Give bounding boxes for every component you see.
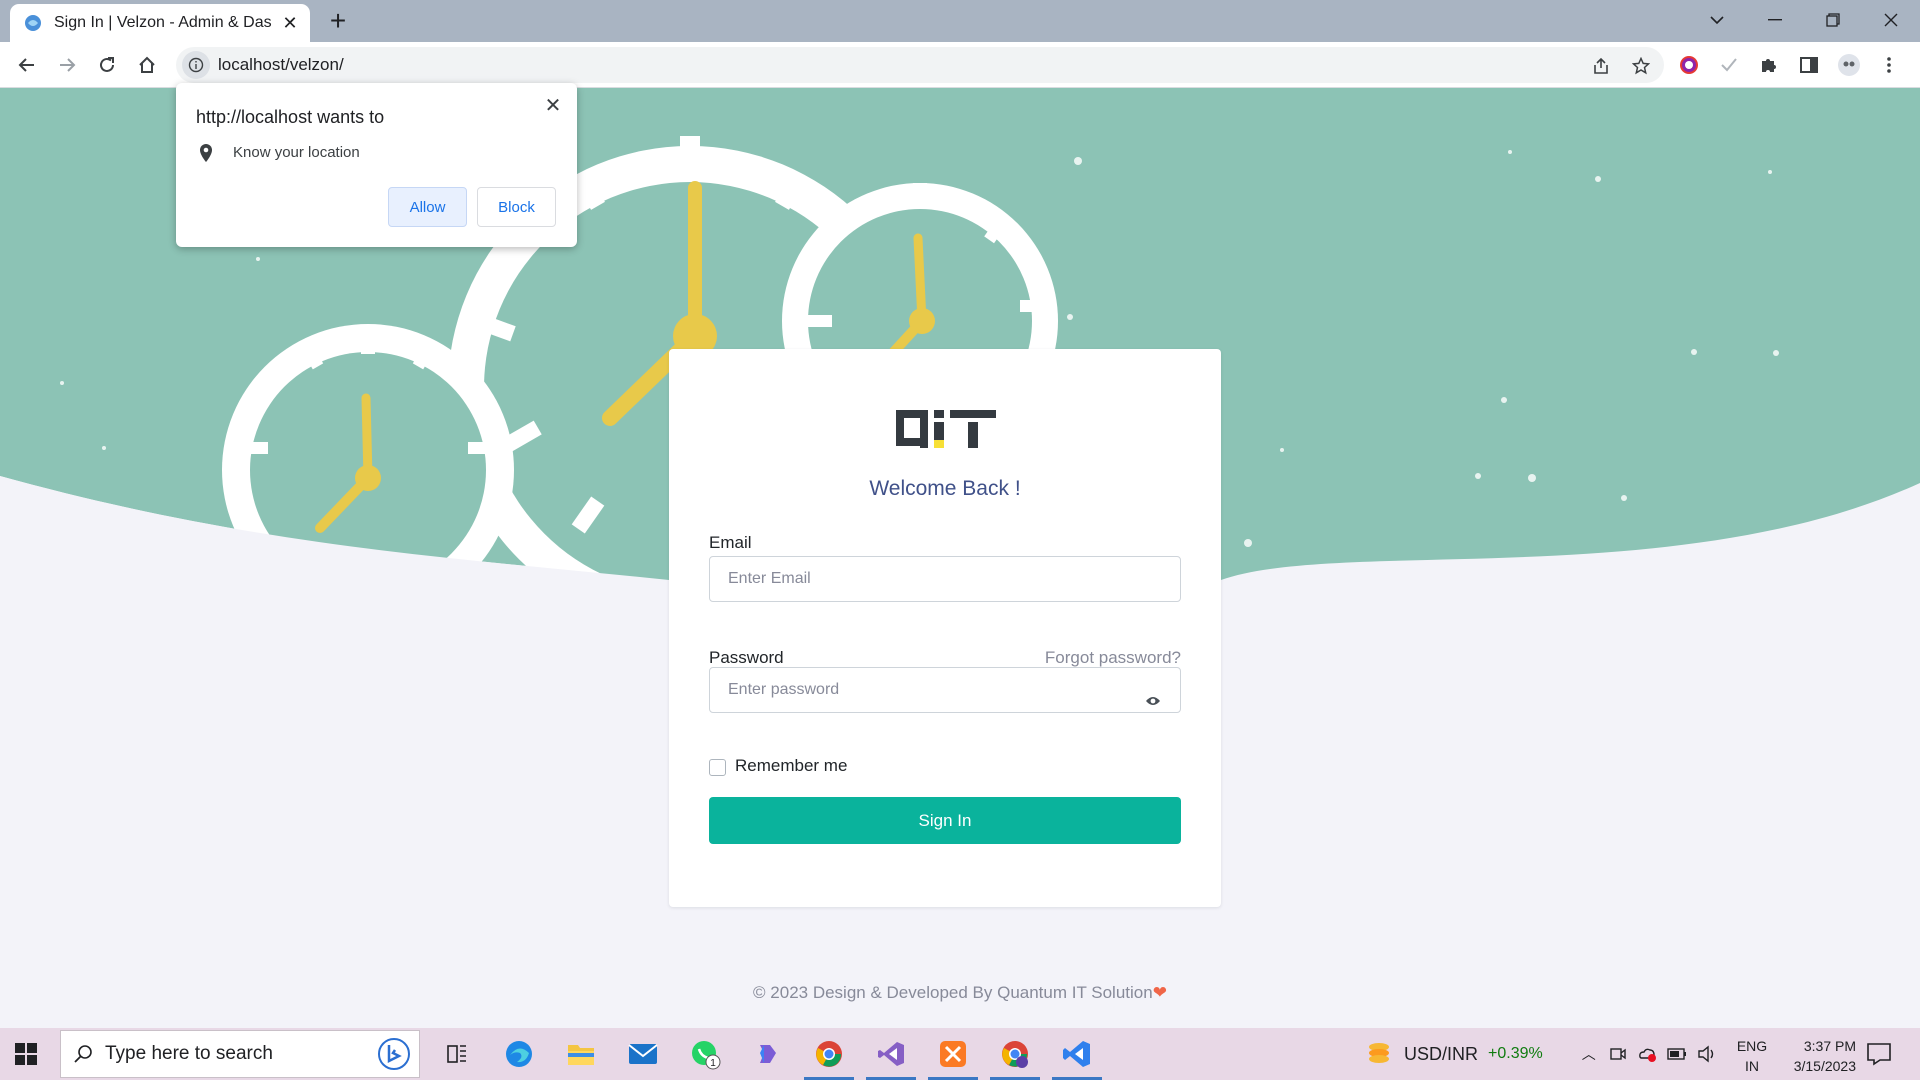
tab-close-icon[interactable]: ✕ bbox=[280, 13, 300, 34]
minimize-icon[interactable] bbox=[1746, 0, 1804, 40]
volume-icon[interactable] bbox=[1697, 1045, 1717, 1063]
system-tray: USD/INR +0.39% ︿ bbox=[1364, 1028, 1717, 1080]
new-tab-icon[interactable]: + bbox=[323, 6, 353, 36]
site-info-icon[interactable] bbox=[182, 51, 210, 79]
password-label: Password bbox=[709, 648, 784, 667]
whatsapp-icon[interactable]: 1 bbox=[674, 1028, 736, 1080]
restore-icon[interactable] bbox=[1804, 0, 1862, 40]
clock-date: 3/15/2023 bbox=[1793, 1058, 1856, 1074]
side-panel-icon[interactable] bbox=[1796, 52, 1822, 78]
back-icon[interactable] bbox=[10, 48, 44, 82]
location-pin-icon bbox=[200, 144, 212, 162]
color-picker-extension-icon[interactable] bbox=[1676, 52, 1702, 78]
browser-tab[interactable]: Sign In | Velzon - Admin & Dashb ✕ bbox=[10, 4, 310, 42]
windows-start-icon[interactable] bbox=[12, 1040, 40, 1068]
forward-icon[interactable] bbox=[50, 48, 84, 82]
browser-menu-icon[interactable] bbox=[1876, 52, 1902, 78]
tray-icons: ︿ bbox=[1579, 1044, 1717, 1064]
close-icon[interactable]: ✕ bbox=[541, 93, 565, 118]
windows-taskbar: Type here to search 1 USD/INR +0.39% ︿ E… bbox=[0, 1028, 1920, 1080]
qit-logo bbox=[896, 410, 996, 448]
currency-coins-icon[interactable] bbox=[1364, 1039, 1394, 1069]
show-password-eye-icon[interactable] bbox=[1143, 691, 1163, 711]
bookmark-star-icon[interactable] bbox=[1628, 53, 1654, 79]
forgot-password-link[interactable]: Forgot password? bbox=[1045, 648, 1181, 668]
sign-in-button[interactable]: Sign In bbox=[709, 797, 1181, 844]
battery-icon[interactable] bbox=[1667, 1047, 1687, 1061]
fx-change: +0.39% bbox=[1488, 1045, 1543, 1062]
lang-region: IN bbox=[1745, 1058, 1759, 1074]
copilot-icon[interactable] bbox=[736, 1028, 798, 1080]
location-permission-popup: http://localhost wants to ✕ Know your lo… bbox=[176, 83, 577, 247]
checkmark-extension-icon[interactable] bbox=[1716, 52, 1742, 78]
profile-avatar-icon[interactable] bbox=[1836, 52, 1862, 78]
omnibox-actions bbox=[1588, 53, 1654, 79]
onedrive-error-icon[interactable] bbox=[1637, 1045, 1657, 1063]
visual-studio-icon[interactable] bbox=[860, 1028, 922, 1080]
taskbar-apps: 1 bbox=[426, 1028, 1108, 1080]
fx-label: USD/INR bbox=[1404, 1043, 1479, 1064]
meet-now-icon[interactable] bbox=[1609, 1045, 1627, 1063]
welcome-heading: Welcome Back ! bbox=[869, 477, 1021, 500]
edge-browser-icon[interactable] bbox=[488, 1028, 550, 1080]
task-view-icon[interactable] bbox=[426, 1028, 488, 1080]
page-footer: © 2023 Design & Developed By Quantum IT … bbox=[0, 983, 1920, 1003]
reload-icon[interactable] bbox=[90, 48, 124, 82]
address-bar[interactable]: localhost/velzon/ bbox=[176, 47, 1664, 83]
mail-icon[interactable] bbox=[612, 1028, 674, 1080]
permission-request-text: Know your location bbox=[233, 144, 360, 161]
tab-title: Sign In | Velzon - Admin & Dashb bbox=[54, 14, 272, 31]
extensions-area bbox=[1676, 52, 1902, 78]
share-icon[interactable] bbox=[1588, 53, 1614, 79]
xampp-icon[interactable] bbox=[922, 1028, 984, 1080]
email-field[interactable] bbox=[709, 556, 1181, 602]
vscode-icon[interactable] bbox=[1046, 1028, 1108, 1080]
block-button[interactable]: Block bbox=[477, 187, 556, 227]
input-language[interactable]: ENG IN bbox=[1732, 1036, 1772, 1076]
show-hidden-icons-icon[interactable]: ︿ bbox=[1579, 1044, 1599, 1064]
extensions-puzzle-icon[interactable] bbox=[1756, 52, 1782, 78]
tab-search-icon[interactable] bbox=[1688, 0, 1746, 40]
url-text: localhost/velzon/ bbox=[218, 55, 344, 74]
remember-me-checkbox[interactable] bbox=[709, 759, 726, 776]
search-placeholder: Type here to search bbox=[105, 1043, 273, 1064]
close-window-icon[interactable] bbox=[1862, 0, 1920, 40]
browser-toolbar: localhost/velzon/ bbox=[0, 42, 1920, 88]
login-card: Welcome Back ! Email Password Forgot pas… bbox=[669, 349, 1221, 907]
velzon-favicon-icon bbox=[25, 15, 41, 31]
taskbar-clock[interactable]: 3:37 PM 3/15/2023 bbox=[1772, 1036, 1856, 1076]
home-icon[interactable] bbox=[130, 48, 164, 82]
chrome-icon[interactable] bbox=[798, 1028, 860, 1080]
whatsapp-badge-count: 1 bbox=[710, 1058, 716, 1069]
email-label: Email bbox=[709, 533, 752, 552]
tab-strip: Sign In | Velzon - Admin & Dashb ✕ + bbox=[0, 0, 1920, 42]
clock-time: 3:37 PM bbox=[1803, 1038, 1856, 1054]
notifications-icon[interactable] bbox=[1866, 1042, 1892, 1066]
footer-text: © 2023 Design & Developed By Quantum IT … bbox=[753, 983, 1153, 1002]
remember-me-label: Remember me bbox=[735, 756, 848, 775]
password-field[interactable] bbox=[709, 667, 1181, 713]
taskbar-search-box[interactable]: Type here to search bbox=[60, 1030, 420, 1078]
chrome-profile-icon[interactable] bbox=[984, 1028, 1046, 1080]
lang-code: ENG bbox=[1736, 1038, 1768, 1054]
file-explorer-icon[interactable] bbox=[550, 1028, 612, 1080]
permission-title: http://localhost wants to bbox=[196, 107, 385, 127]
window-controls bbox=[1688, 0, 1920, 42]
allow-button[interactable]: Allow bbox=[388, 187, 467, 227]
search-icon bbox=[61, 1044, 105, 1064]
heart-icon: ❤ bbox=[1152, 983, 1167, 1002]
bing-icon[interactable] bbox=[369, 1037, 419, 1071]
